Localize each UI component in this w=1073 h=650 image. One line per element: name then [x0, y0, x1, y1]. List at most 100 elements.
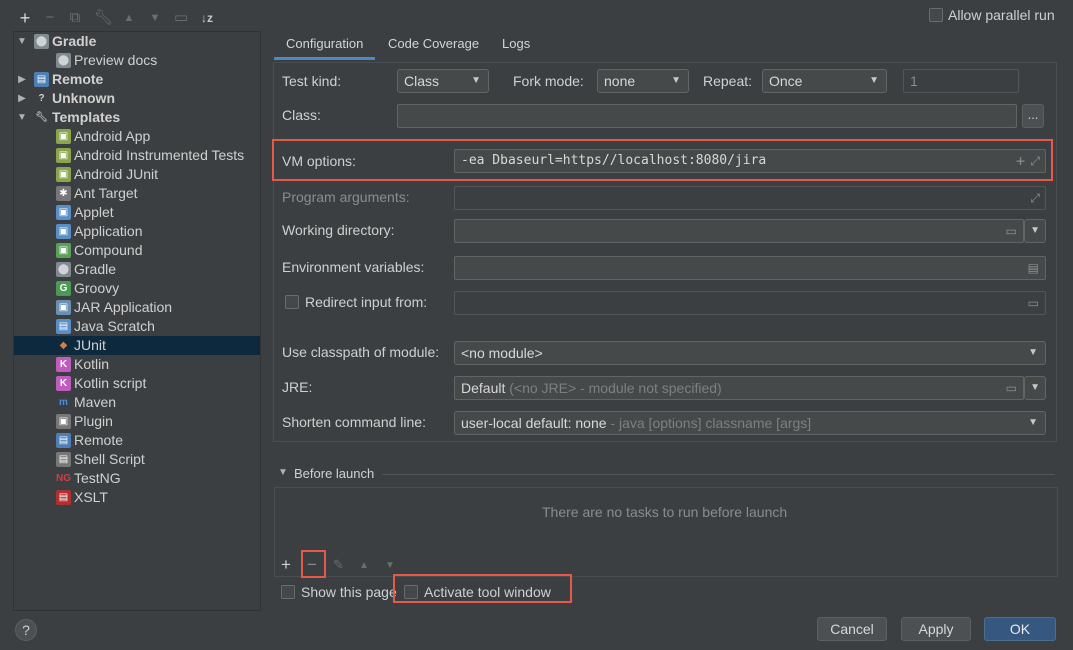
tree-item-label: Applet — [74, 204, 114, 220]
class-browse-button[interactable]: ... — [1022, 104, 1044, 128]
tree-item-label: Java Scratch — [74, 318, 155, 334]
tree-item-android-instrumented-tests[interactable]: ▣ Android Instrumented Tests — [14, 146, 260, 165]
chevron-down-icon[interactable]: ▼ — [16, 32, 28, 51]
repeat-label: Repeat: — [703, 73, 753, 89]
tree-item-groovy[interactable]: G Groovy — [14, 279, 260, 298]
env-vars-field[interactable]: ▤ — [454, 256, 1046, 280]
arrow-up-icon[interactable]: ▲ — [359, 560, 369, 571]
tree-item-templates[interactable]: ▼ 🔧︎ Templates — [14, 108, 260, 127]
tree-item-label: Plugin — [74, 413, 113, 429]
pencil-icon[interactable]: ✎ — [333, 557, 344, 573]
tree-item-remote[interactable]: ▶ ▤ Remote — [14, 70, 260, 89]
maven-icon: m — [59, 397, 68, 408]
jre-label: JRE: — [282, 379, 313, 395]
tab-code-coverage[interactable]: Code Coverage — [388, 36, 479, 60]
plus-icon[interactable]: + — [281, 555, 291, 575]
tree-item-kotlin-script[interactable]: K Kotlin script — [14, 374, 260, 393]
tree-item-java-scratch[interactable]: ▤ Java Scratch — [14, 317, 260, 336]
document-icon[interactable]: ▤ — [1028, 257, 1039, 279]
chevron-right-icon[interactable]: ▶ — [16, 89, 28, 108]
shorten-label: Shorten command line: — [282, 414, 426, 430]
tree-item-kotlin[interactable]: K Kotlin — [14, 355, 260, 374]
env-vars-label: Environment variables: — [282, 259, 425, 275]
tree-item-label: Android Instrumented Tests — [74, 147, 245, 163]
tree-item-remote[interactable]: ▤ Remote — [14, 431, 260, 450]
tree-item-jar-application[interactable]: ▣ JAR Application — [14, 298, 260, 317]
plus-icon[interactable]: + — [16, 9, 34, 27]
repeat-count-field[interactable]: 1 — [903, 69, 1019, 93]
before-launch-empty-text: There are no tasks to run before launch — [542, 504, 788, 520]
tab-logs[interactable]: Logs — [502, 36, 530, 60]
ok-button[interactable]: OK — [984, 617, 1056, 641]
allow-parallel-checkbox[interactable] — [929, 8, 943, 22]
classpath-select[interactable]: <no module> ▼ — [454, 341, 1046, 365]
program-args-field[interactable]: ⤢ — [454, 186, 1046, 210]
tree-item-android-junit[interactable]: ▣ Android JUnit — [14, 165, 260, 184]
jre-field[interactable]: Default (<no JRE> - module not specified… — [454, 376, 1024, 400]
chevron-down-icon[interactable]: ▼ — [16, 108, 28, 127]
xslt-icon: ▤ — [56, 490, 71, 505]
chevron-down-icon: ▼ — [671, 75, 681, 86]
tree-item-preview-docs[interactable]: ⬤ Preview docs — [14, 51, 260, 70]
folder-icon[interactable]: ▭ — [1028, 292, 1039, 314]
repeat-select[interactable]: Once ▼ — [762, 69, 887, 93]
plugin-icon: ▣ — [56, 414, 71, 429]
tree-item-gradle[interactable]: ▼ ⬤ Gradle — [14, 32, 260, 51]
fork-mode-select[interactable]: none ▼ — [597, 69, 689, 93]
class-field[interactable] — [397, 104, 1017, 128]
tree-item-compound[interactable]: ▣ Compound — [14, 241, 260, 260]
jre-dropdown[interactable]: ▼ — [1024, 376, 1046, 400]
tree-item-label: Application — [74, 223, 143, 239]
wrench-icon[interactable]: 🔧︎ — [94, 9, 113, 27]
allow-parallel-label: Allow parallel run — [948, 7, 1055, 23]
working-dir-field[interactable]: ▭ — [454, 219, 1024, 243]
configuration-tree[interactable]: ▼ ⬤ Gradle ⬤ Preview docs ▶ ▤ Remote ▶? Unknown ▼ 🔧… — [13, 31, 261, 611]
tree-item-label: Compound — [74, 242, 143, 258]
junit-icon: ◆ — [59, 340, 68, 351]
copy-icon[interactable]: ⧉ — [66, 9, 84, 27]
tree-item-xslt[interactable]: ▤ XSLT — [14, 488, 260, 507]
tree-item-junit[interactable]: ◆ JUnit — [14, 336, 260, 355]
help-button[interactable]: ? — [15, 619, 37, 641]
tree-item-testng[interactable]: NG TestNG — [14, 469, 260, 488]
folder-icon[interactable]: ▭ — [1006, 377, 1017, 399]
cancel-button[interactable]: Cancel — [817, 617, 887, 641]
compound-icon: ▣ — [56, 243, 71, 258]
tab-configuration[interactable]: Configuration — [274, 36, 375, 60]
tree-item-plugin[interactable]: ▣ Plugin — [14, 412, 260, 431]
apply-button[interactable]: Apply — [901, 617, 971, 641]
new-folder-icon[interactable]: ▭ — [172, 9, 190, 27]
remote-icon: ▤ — [56, 433, 71, 448]
arrow-down-icon[interactable]: ▼ — [146, 9, 164, 27]
sort-az-icon[interactable]: ↓z — [198, 9, 216, 27]
expand-icon[interactable]: ⤢ — [1030, 187, 1040, 209]
class-label: Class: — [282, 107, 321, 123]
tree-item-label: Groovy — [74, 280, 120, 296]
show-page-checkbox[interactable] — [281, 585, 295, 599]
shorten-select[interactable]: user-local default: none - java [options… — [454, 411, 1046, 435]
tree-item-unknown[interactable]: ▶? Unknown — [14, 89, 260, 108]
tree-item-android-app[interactable]: ▣ Android App — [14, 127, 260, 146]
arrow-up-icon[interactable]: ▲ — [120, 9, 138, 27]
tree-item-label: Maven — [74, 394, 117, 410]
folder-icon[interactable]: ▭ — [1006, 220, 1017, 242]
working-dir-dropdown[interactable]: ▼ — [1024, 219, 1046, 243]
minus-icon[interactable]: − — [41, 9, 59, 27]
redirect-checkbox[interactable] — [285, 295, 299, 309]
test-kind-select[interactable]: Class ▼ — [397, 69, 489, 93]
tree-item-label: XSLT — [74, 489, 108, 505]
chevron-down-icon: ▼ — [1030, 225, 1040, 236]
tree-item-label: Gradle — [74, 261, 117, 277]
chevron-right-icon[interactable]: ▶ — [16, 70, 28, 89]
tree-item-gradle[interactable]: ⬤ Gradle — [14, 260, 260, 279]
tree-item-maven[interactable]: m Maven — [14, 393, 260, 412]
tree-item-ant-target[interactable]: ✱ Ant Target — [14, 184, 260, 203]
test-kind-label: Test kind: — [282, 73, 342, 89]
tree-item-applet[interactable]: ▣ Applet — [14, 203, 260, 222]
arrow-down-icon[interactable]: ▼ — [385, 560, 395, 571]
tree-item-shell-script[interactable]: ▤ Shell Script — [14, 450, 260, 469]
collapse-arrow-icon[interactable]: ▼ — [278, 467, 288, 478]
divider — [382, 474, 1055, 475]
redirect-field[interactable]: ▭ — [454, 291, 1046, 315]
tree-item-application[interactable]: ▣ Application — [14, 222, 260, 241]
